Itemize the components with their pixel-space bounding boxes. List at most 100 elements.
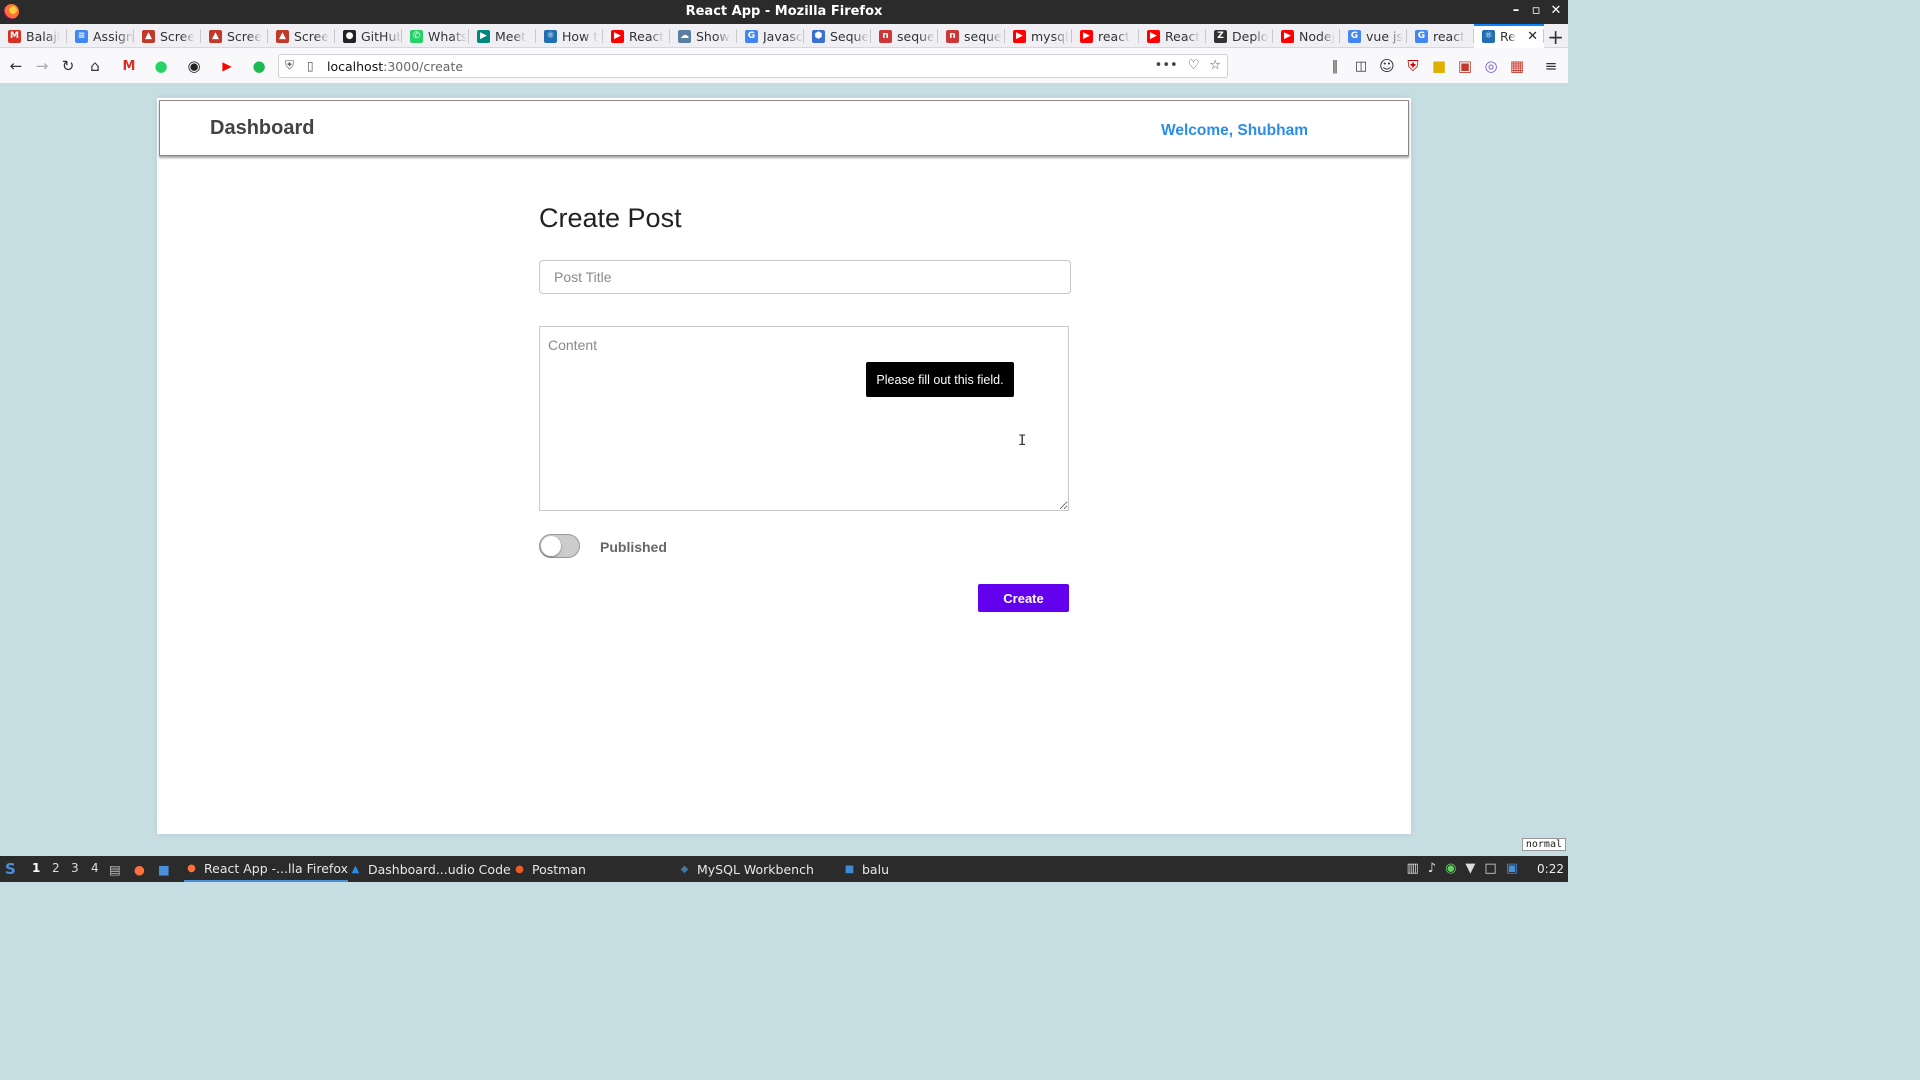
url-bar[interactable]: ⛨ ▯ localhost:3000/create ••• ♡ ☆ xyxy=(278,54,1228,78)
workspace-1[interactable]: 1 xyxy=(32,861,40,875)
extension-red-icon[interactable]: ▣ xyxy=(1455,56,1475,76)
tab-label: vue js xyxy=(1366,28,1403,44)
extension-purple-icon[interactable]: ◎ xyxy=(1481,56,1501,76)
close-tab-icon[interactable]: ✕ xyxy=(1527,29,1538,44)
docs-icon: ≡ xyxy=(75,29,88,43)
create-button[interactable]: Create xyxy=(978,584,1069,612)
file-manager-launcher-icon[interactable]: ▤ xyxy=(109,856,121,882)
browser-tab[interactable]: Greact xyxy=(1407,24,1474,48)
browser-tab[interactable]: ⬢ Seque xyxy=(804,24,871,48)
create-post-form: Create Post Published Create xyxy=(539,203,1071,612)
browser-tab[interactable]: ✆ Whats xyxy=(402,24,469,48)
maximize-icon[interactable]: ▫ xyxy=(1530,3,1542,18)
account-icon[interactable]: ☺ xyxy=(1377,56,1397,76)
taskbar-app-label: Postman xyxy=(532,861,586,877)
forward-arrow-icon[interactable]: → xyxy=(32,56,52,76)
browser-tab[interactable]: ▶ Nodej xyxy=(1273,24,1340,48)
clock: 0:22 xyxy=(1537,862,1564,876)
browser-tab[interactable]: G Javasc xyxy=(737,24,804,48)
browser-tab[interactable]: Gvue js xyxy=(1340,24,1407,48)
page-actions-more-icon[interactable]: ••• xyxy=(1155,58,1178,73)
update-tray-icon[interactable]: ◉ xyxy=(1445,861,1456,876)
navigation-toolbar: ← → ↻ ⌂ M ● ◉ ▶ ● ⛨ ▯ localhost:3000/cre… xyxy=(0,48,1568,84)
back-arrow-icon[interactable]: ← xyxy=(6,56,26,76)
library-icon[interactable]: ‖ xyxy=(1325,56,1345,76)
content-textarea[interactable] xyxy=(539,326,1069,511)
validation-tooltip: Please fill out this field. xyxy=(866,362,1014,397)
meet-icon: ▶ xyxy=(477,29,490,43)
spotify-bookmark-icon[interactable]: ● xyxy=(249,56,269,76)
github-bookmark-icon[interactable]: ◉ xyxy=(184,56,204,76)
browser-tab[interactable]: ▶ react xyxy=(1072,24,1139,48)
notes-tray-icon[interactable]: □ xyxy=(1484,861,1496,876)
minimize-icon[interactable]: – xyxy=(1510,3,1522,18)
browser-tab[interactable]: ⚛ How t xyxy=(536,24,603,48)
browser-tab[interactable]: ▲ Scree xyxy=(134,24,201,48)
start-menu-icon[interactable]: S xyxy=(5,856,16,882)
page-info-icon[interactable]: ▯ xyxy=(307,59,314,73)
url-text[interactable]: localhost:3000/create xyxy=(327,59,463,74)
pocket-icon[interactable]: ♡ xyxy=(1188,58,1200,73)
browser-tab[interactable]: M Balaji xyxy=(0,24,67,48)
volume-tray-icon[interactable]: ♪ xyxy=(1428,861,1436,876)
sidebar-icon[interactable]: ◫ xyxy=(1351,56,1371,76)
youtube-icon: ▶ xyxy=(611,29,624,43)
browser-tab[interactable]: ▶ React xyxy=(603,24,670,48)
welcome-message[interactable]: Welcome, Shubham xyxy=(1161,122,1308,140)
google-icon: G xyxy=(1348,29,1361,43)
workspace-4[interactable]: 4 xyxy=(91,861,99,875)
browser-tab[interactable]: ▶ React xyxy=(1139,24,1206,48)
browser-tab[interactable]: ⚛ Re ✕ xyxy=(1474,24,1544,48)
tab-label: Whats xyxy=(428,28,468,44)
window-title: React App - Mozilla Firefox xyxy=(685,4,883,19)
clipboard-tray-icon[interactable]: ▥ xyxy=(1406,861,1418,876)
browser-tab[interactable]: ▶ mysql xyxy=(1005,24,1072,48)
tab-label: Nodej xyxy=(1299,28,1336,44)
browser-tab[interactable]: ▲ Scree xyxy=(201,24,268,48)
taskbar-app-button[interactable]: ● React App -...lla Firefox xyxy=(184,856,348,882)
tracking-shield-icon[interactable]: ⛨ xyxy=(285,58,294,73)
bookmark-star-icon[interactable]: ☆ xyxy=(1209,58,1221,73)
taskbar-app-button[interactable]: ■ balu xyxy=(842,856,889,882)
ublock-extension-icon[interactable]: ⛨ xyxy=(1403,56,1423,76)
bluetooth-tray-icon[interactable]: ▣ xyxy=(1506,861,1518,876)
dashboard-brand[interactable]: Dashboard xyxy=(210,117,314,140)
browser-tab[interactable]: ▲ Scree xyxy=(268,24,335,48)
youtube-bookmark-icon[interactable]: ▶ xyxy=(217,56,237,76)
google-icon: G xyxy=(745,29,758,43)
extension-yellow-icon[interactable]: ■ xyxy=(1429,56,1449,76)
browser-tab[interactable]: ▶ Meet xyxy=(469,24,536,48)
terminal-launcher-icon[interactable]: ■ xyxy=(158,856,170,882)
tab-label: React xyxy=(629,28,665,44)
browser-tab[interactable]: Z Deplo xyxy=(1206,24,1273,48)
tab-label: Meet xyxy=(495,28,527,44)
browser-tab[interactable]: ☁ Show xyxy=(670,24,737,48)
hamburger-menu-icon[interactable]: ≡ xyxy=(1541,56,1561,76)
new-tab-plus-icon[interactable]: + xyxy=(1547,25,1564,49)
browser-tab[interactable]: n seque xyxy=(871,24,938,48)
extension-grid-icon[interactable]: ▦ xyxy=(1507,56,1527,76)
taskbar-app-button[interactable]: ● Postman xyxy=(512,856,586,882)
browser-tab[interactable]: n seque xyxy=(938,24,1005,48)
npm-icon: n xyxy=(946,29,959,43)
workspace-3[interactable]: 3 xyxy=(71,861,79,875)
tab-label: Re xyxy=(1500,28,1516,44)
close-window-icon[interactable]: ✕ xyxy=(1550,3,1562,18)
whatsapp-bookmark-icon[interactable]: ● xyxy=(151,56,171,76)
browser-tab[interactable]: ● GitHub xyxy=(335,24,402,48)
wifi-tray-icon[interactable]: ▼ xyxy=(1465,861,1475,876)
post-title-input[interactable] xyxy=(539,260,1071,294)
home-icon[interactable]: ⌂ xyxy=(85,56,105,76)
tab-label: seque xyxy=(964,28,1002,44)
reload-icon[interactable]: ↻ xyxy=(58,56,78,76)
vscode-icon: ▲ xyxy=(351,863,360,875)
workspace-2[interactable]: 2 xyxy=(52,861,60,875)
taskbar-app-button[interactable]: ▲ Dashboard...udio Code xyxy=(348,856,511,882)
browser-tab[interactable]: ≡ Assign xyxy=(67,24,134,48)
taskbar-app-button[interactable]: ◆ MySQL Workbench xyxy=(677,856,814,882)
firefox-launcher-icon[interactable]: ● xyxy=(134,856,145,882)
sequelize-icon: ⬢ xyxy=(812,29,825,43)
gmail-bookmark-icon[interactable]: M xyxy=(119,56,139,76)
github-icon: ● xyxy=(343,29,356,43)
published-toggle[interactable] xyxy=(539,534,580,558)
